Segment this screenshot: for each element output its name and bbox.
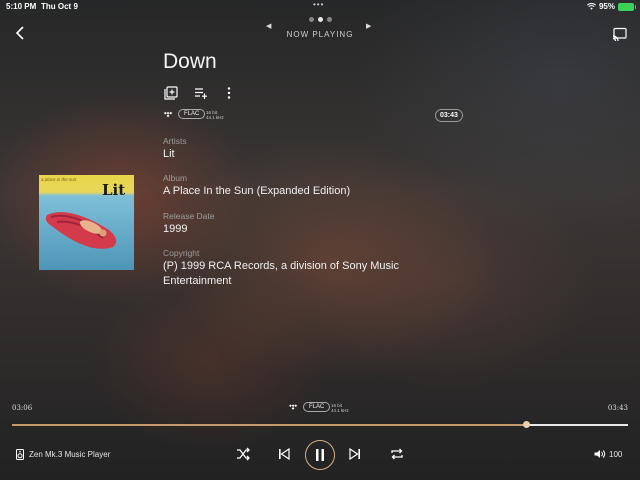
previous-track-icon[interactable]	[277, 447, 291, 461]
add-to-playlist-icon[interactable]	[194, 86, 208, 100]
cast-icon[interactable]	[612, 26, 628, 42]
audio-quality-info: 16 bit 44.1 kHz	[206, 110, 224, 120]
player-quality-info: 16 bit 44.1 kHz	[331, 403, 349, 413]
artist-name[interactable]: Lit	[163, 147, 175, 162]
volume-control[interactable]: 100	[594, 449, 622, 459]
sample-rate: 44.1 kHz	[206, 115, 224, 120]
duration-badge: 03:43	[435, 109, 463, 122]
tidal-logo-icon	[163, 111, 173, 118]
track-title: Down	[163, 50, 217, 73]
total-time: 03:43	[607, 404, 628, 412]
previous-page-arrow-icon[interactable]: ◀	[266, 22, 271, 30]
next-track-icon[interactable]	[348, 447, 362, 461]
status-time: 5:10 PM	[6, 2, 37, 11]
album-name[interactable]: A Place In the Sun (Expanded Edition)	[163, 184, 350, 199]
next-page-arrow-icon[interactable]: ▶	[366, 22, 371, 30]
wifi-icon	[586, 3, 596, 10]
copyright-label: Copyright	[163, 248, 200, 258]
artists-label: Artists	[163, 136, 187, 146]
output-device-button[interactable]: Zen Mk.3 Music Player	[16, 449, 110, 460]
battery-percent: 95%	[598, 2, 615, 11]
progress-bar[interactable]	[12, 421, 628, 428]
album-art-small-text: a place in the sun	[41, 177, 77, 182]
battery-icon	[618, 2, 636, 11]
speaker-device-icon	[16, 449, 24, 460]
release-date-label: Release Date	[163, 211, 215, 221]
back-chevron-icon[interactable]	[12, 24, 30, 42]
status-date: Thu Oct 9	[41, 2, 78, 11]
page-title: NOW PLAYING	[286, 30, 354, 39]
page-indicator[interactable]	[309, 17, 332, 22]
device-name: Zen Mk.3 Music Player	[29, 450, 111, 459]
status-indicators: 95%	[586, 2, 636, 11]
copyright-text: (P) 1999 RCA Records, a division of Sony…	[163, 260, 399, 287]
format-badge: FLAC	[178, 109, 206, 119]
tidal-logo-icon	[289, 404, 298, 410]
progress-fill	[12, 424, 527, 426]
release-date: 1999	[163, 223, 188, 235]
multitasking-dots-icon[interactable]: •••	[313, 0, 324, 9]
player-format-badge: FLAC	[303, 402, 331, 412]
pause-button[interactable]	[305, 440, 335, 470]
album-label: Album	[163, 173, 188, 183]
album-art-logo: Lit	[102, 181, 126, 199]
pause-icon	[316, 449, 324, 461]
volume-icon	[594, 450, 606, 458]
volume-level: 100	[609, 449, 623, 459]
repeat-icon[interactable]	[390, 447, 404, 461]
elapsed-time: 03:06	[12, 404, 33, 412]
add-to-library-icon[interactable]	[164, 86, 178, 100]
more-options-icon[interactable]	[222, 86, 236, 100]
album-art: a place in the sun Lit	[39, 175, 134, 270]
shuffle-icon[interactable]	[236, 447, 250, 461]
